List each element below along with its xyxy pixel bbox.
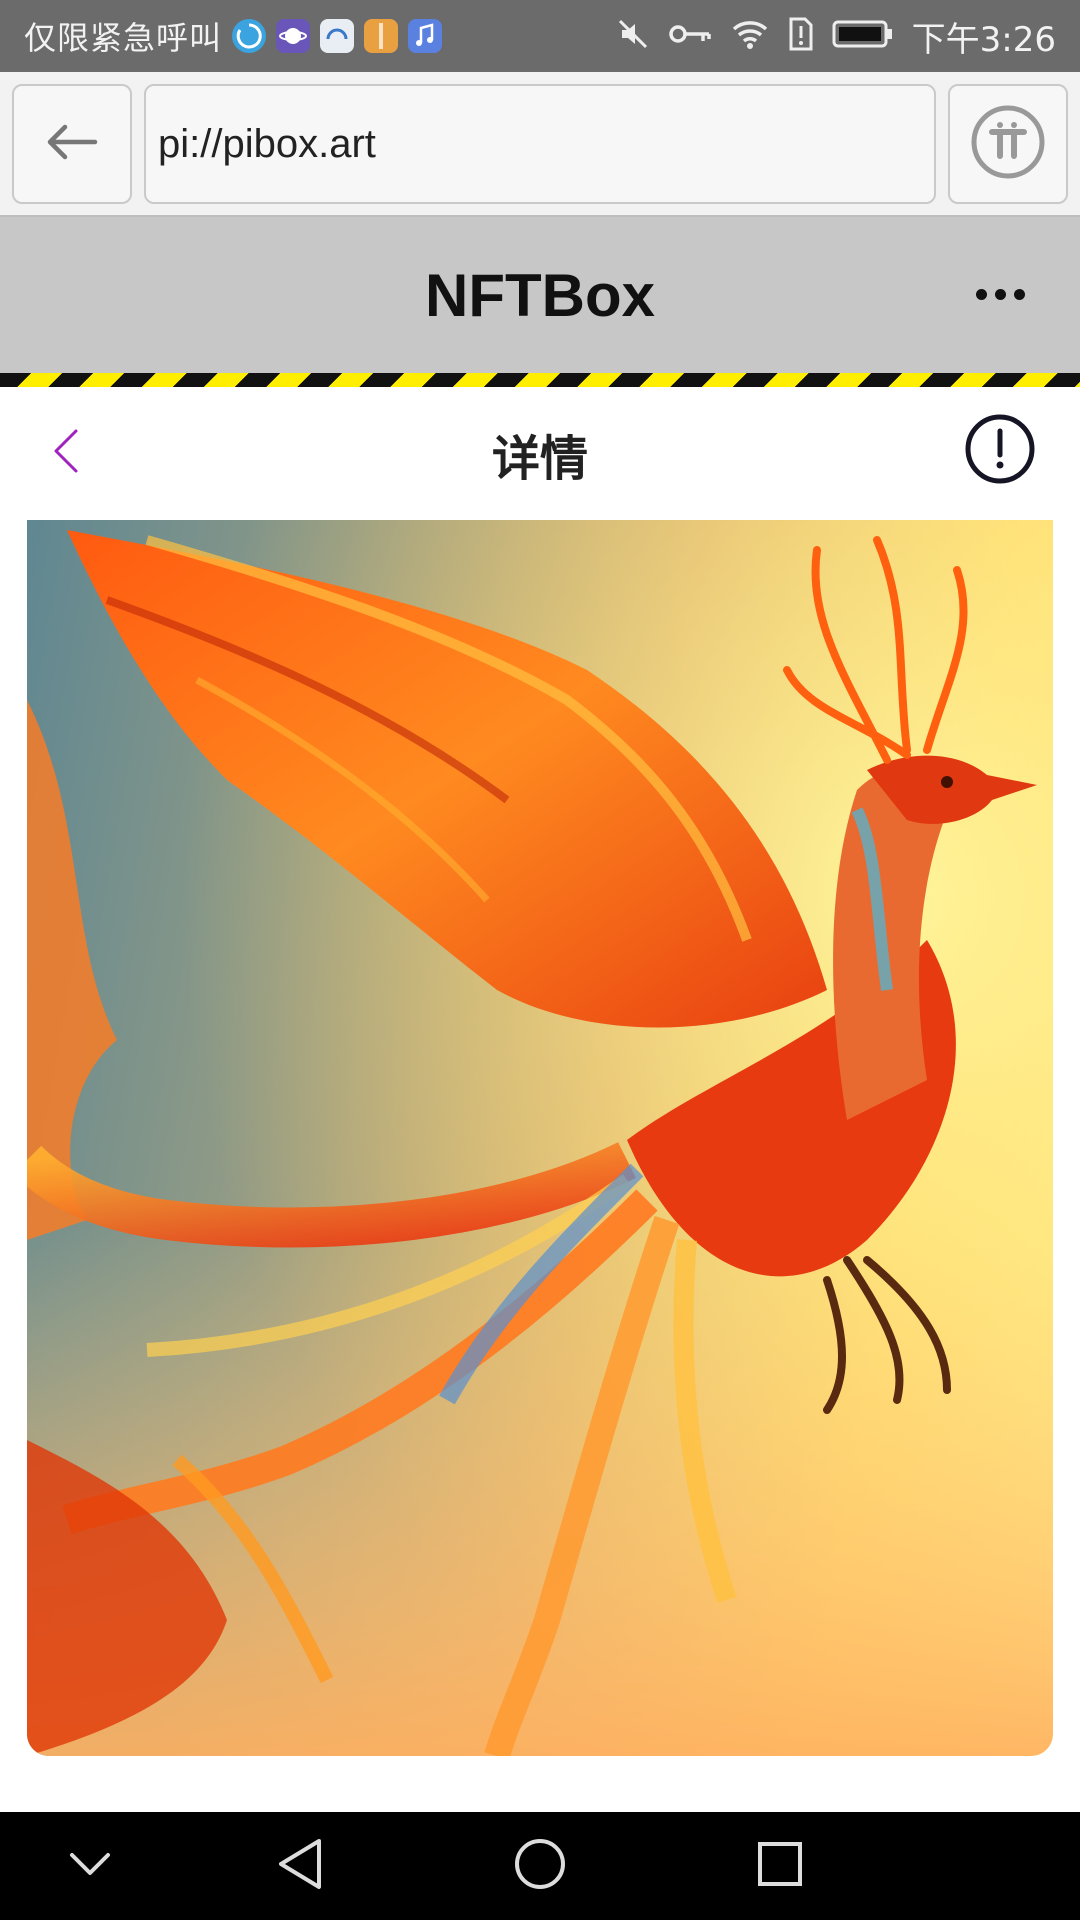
mute-icon bbox=[616, 17, 650, 55]
arrow-left-icon bbox=[45, 122, 99, 166]
more-dot-icon bbox=[1013, 288, 1025, 300]
headset-app-icon bbox=[320, 19, 355, 53]
music-app-icon bbox=[408, 19, 443, 53]
battery-icon bbox=[832, 19, 894, 53]
url-field[interactable]: pi://pibox.art bbox=[144, 84, 936, 204]
browser-back-button[interactable] bbox=[12, 84, 132, 204]
status-time: 下午3:26 bbox=[911, 19, 1056, 60]
hazard-stripe bbox=[0, 373, 1080, 387]
key-icon bbox=[668, 19, 712, 53]
pi-logo-icon bbox=[970, 104, 1046, 184]
zipper-app-icon bbox=[364, 19, 399, 53]
nav-home-button[interactable] bbox=[490, 1826, 590, 1906]
phoenix-artwork bbox=[27, 520, 1053, 1756]
carrier-text: 仅限紧急呼叫 bbox=[24, 19, 223, 57]
status-bar: 仅限紧急呼叫 下午3:26 bbox=[0, 0, 1080, 72]
nft-image[interactable] bbox=[27, 520, 1053, 1756]
wifi-icon bbox=[730, 17, 770, 55]
nav-recents-button[interactable] bbox=[730, 1826, 830, 1906]
pi-browser-button[interactable] bbox=[948, 84, 1068, 204]
detail-title: 详情 bbox=[491, 430, 588, 487]
detail-nav: 详情 bbox=[0, 387, 1080, 520]
planet-app-icon bbox=[276, 19, 311, 53]
navigation-bar bbox=[0, 1812, 1080, 1920]
browser-bar: pi://pibox.art bbox=[0, 72, 1080, 217]
status-left: 仅限紧急呼叫 bbox=[24, 13, 443, 59]
swirl-app-icon bbox=[232, 19, 267, 53]
more-dot-icon bbox=[975, 288, 987, 300]
circle-home-icon bbox=[513, 1837, 567, 1895]
more-dot-icon bbox=[994, 288, 1006, 300]
chevron-left-icon bbox=[51, 427, 81, 479]
url-text: pi://pibox.art bbox=[158, 121, 376, 166]
nav-collapse-button[interactable] bbox=[40, 1826, 140, 1906]
chevron-down-icon bbox=[68, 1849, 112, 1883]
nav-back-button[interactable] bbox=[250, 1826, 350, 1906]
triangle-back-icon bbox=[275, 1837, 325, 1895]
app-title: NFTBox bbox=[425, 261, 655, 329]
app-header: NFTBox bbox=[0, 217, 1080, 373]
square-recents-icon bbox=[755, 1839, 805, 1893]
detail-back-button[interactable] bbox=[40, 423, 92, 483]
info-button[interactable] bbox=[964, 413, 1036, 489]
status-right: 下午3:26 bbox=[616, 12, 1056, 61]
more-options-button[interactable] bbox=[960, 269, 1040, 319]
sim-alert-icon bbox=[788, 16, 814, 56]
exclamation-circle-icon bbox=[964, 413, 1036, 489]
